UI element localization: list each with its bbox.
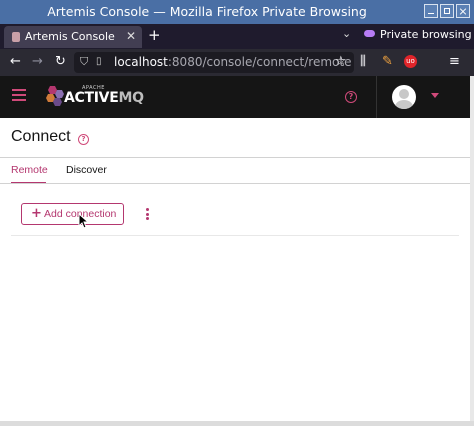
logo-hexagons-icon: [46, 86, 64, 106]
bookmark-star-icon[interactable]: ☆: [335, 54, 347, 69]
list-tabs-icon[interactable]: ⌄: [342, 27, 351, 40]
page-title: Connect: [11, 128, 71, 145]
url-path: :8080/console/connect/remote: [167, 55, 352, 69]
url-text[interactable]: localhost:8080/console/connect/remote: [114, 55, 351, 69]
back-icon[interactable]: ←: [10, 54, 21, 69]
masthead: APACHE ACTIVEMQ ?: [0, 76, 470, 118]
background-window-edge: [470, 76, 474, 426]
user-dropdown-caret-icon[interactable]: [431, 93, 439, 98]
private-browsing-indicator: Private browsing: [364, 28, 472, 41]
browser-navbar: ← → ↻ ⛉ ▯ localhost:8080/console/connect…: [0, 49, 474, 76]
logo-active: ACTIVE: [64, 90, 119, 106]
tab-discover[interactable]: Discover: [66, 164, 107, 176]
window-bottom-edge: [0, 421, 474, 426]
app-menu-icon[interactable]: ≡: [449, 54, 460, 69]
new-tab-icon[interactable]: +: [148, 26, 161, 44]
browser-tab-label: Artemis Console: [25, 30, 115, 43]
library-icon[interactable]: ⫼: [360, 54, 366, 69]
url-bar[interactable]: ⛉ ▯ localhost:8080/console/connect/remot…: [74, 52, 354, 73]
minimize-icon[interactable]: [424, 4, 438, 18]
content-divider: [11, 235, 459, 236]
close-tab-icon[interactable]: ✕: [126, 29, 136, 43]
user-menu[interactable]: [376, 76, 470, 118]
window-titlebar: Artemis Console — Mozilla Firefox Privat…: [0, 0, 474, 24]
logo-mq: MQ: [118, 90, 144, 106]
extension-icon[interactable]: ✎: [382, 54, 393, 69]
avatar[interactable]: [392, 85, 416, 109]
hamburger-menu-icon[interactable]: [12, 89, 26, 101]
title-help-icon[interactable]: ?: [78, 134, 89, 145]
site-info-icon[interactable]: ▯: [96, 56, 102, 67]
help-icon[interactable]: ?: [345, 91, 357, 103]
kebab-menu-icon[interactable]: [146, 208, 150, 220]
browser-tabstrip: Artemis Console ✕ + ⌄ Private browsing: [0, 24, 474, 49]
favicon-icon: [12, 32, 20, 42]
url-host: localhost: [114, 55, 168, 69]
tabs-divider: [0, 183, 470, 184]
logo-brand-text: ACTIVEMQ: [64, 90, 144, 106]
window-title: Artemis Console — Mozilla Firefox Privat…: [47, 4, 367, 19]
ublock-icon[interactable]: uo: [404, 55, 417, 68]
close-window-icon[interactable]: [456, 4, 470, 18]
connect-tabs: Remote Discover: [0, 158, 470, 184]
activemq-logo: APACHE ACTIVEMQ: [44, 83, 144, 111]
forward-icon[interactable]: →: [32, 54, 43, 69]
browser-window: Artemis Console — Mozilla Firefox Privat…: [0, 0, 474, 426]
maximize-icon[interactable]: [440, 4, 454, 18]
add-connection-button[interactable]: + Add connection: [21, 203, 124, 225]
private-mask-icon: [364, 30, 375, 37]
page-viewport: APACHE ACTIVEMQ ? Connect ? Remote Disco…: [0, 76, 470, 421]
mouse-cursor-icon: [78, 213, 90, 229]
browser-tab[interactable]: Artemis Console ✕: [4, 26, 142, 48]
tracking-protection-icon[interactable]: ⛉: [80, 55, 88, 69]
tab-remote[interactable]: Remote: [11, 164, 48, 176]
private-browsing-label: Private browsing: [380, 28, 472, 41]
plus-icon: +: [31, 206, 42, 221]
reload-icon[interactable]: ↻: [55, 54, 66, 69]
